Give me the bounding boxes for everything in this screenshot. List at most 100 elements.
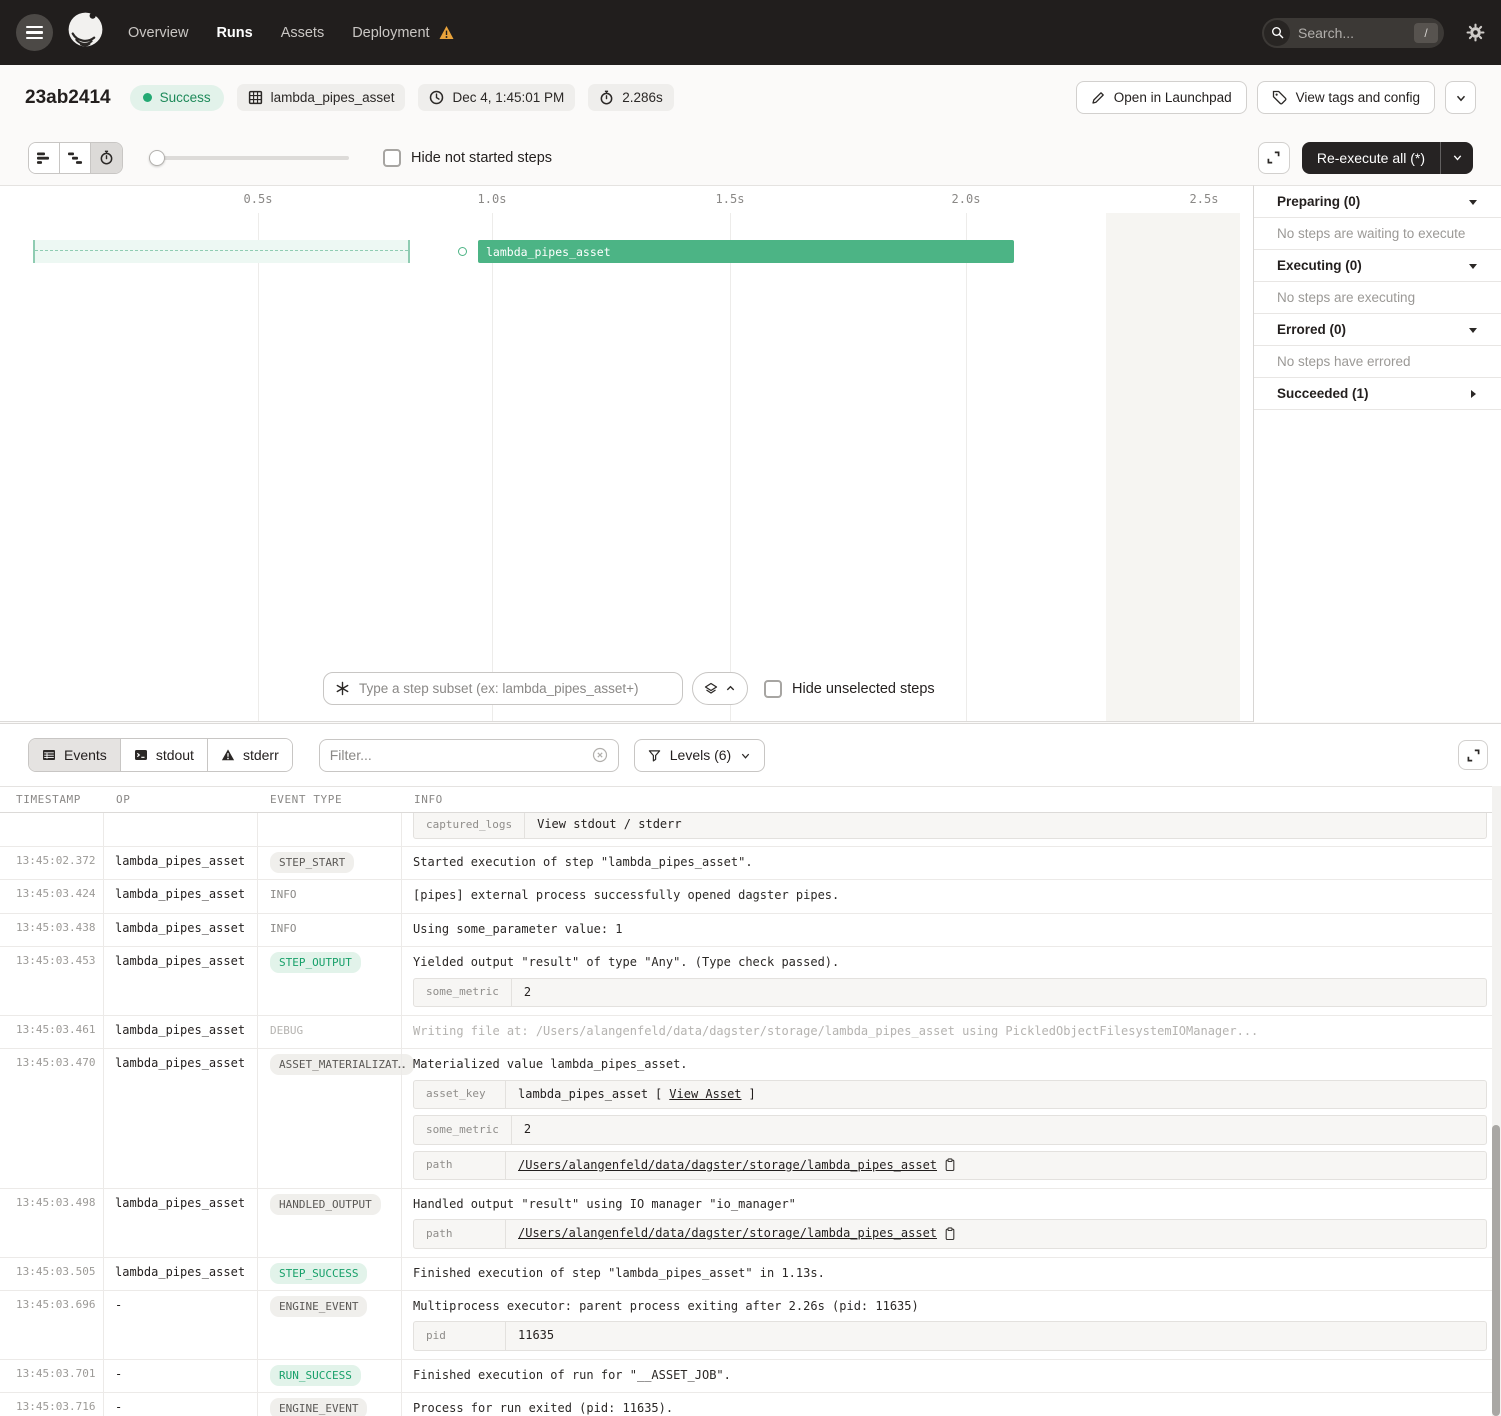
run-tag[interactable]: lambda_pipes_asset bbox=[237, 84, 406, 111]
log-row[interactable]: 13:45:03.716-ENGINE_EVENTProcess for run… bbox=[0, 1393, 1501, 1416]
log-tab-stdout[interactable]: stdout bbox=[121, 739, 208, 771]
log-timestamp: 13:45:02.372 bbox=[0, 847, 103, 879]
log-row[interactable]: 13:45:03.438lambda_pipes_assetINFOUsing … bbox=[0, 914, 1501, 947]
gantt-axis-tick: 2.5s bbox=[1190, 192, 1219, 206]
graph-query-toggle-button[interactable] bbox=[692, 672, 748, 705]
metadata-key: asset_key bbox=[414, 1081, 506, 1108]
log-event-type-cell: STEP_OUTPUT bbox=[257, 947, 401, 1015]
dagster-logo-icon[interactable] bbox=[65, 9, 106, 57]
log-info: [pipes] external process successfully op… bbox=[401, 880, 1501, 912]
panel-section-body: No steps are waiting to execute bbox=[1254, 218, 1501, 250]
gantt-gridline bbox=[492, 213, 493, 721]
gantt-axis-tick: 2.0s bbox=[952, 192, 981, 206]
log-row[interactable]: 13:45:02.372lambda_pipes_assetSTEP_START… bbox=[0, 847, 1501, 880]
log-op: lambda_pipes_asset bbox=[103, 947, 257, 1015]
slider-track bbox=[149, 156, 349, 160]
open-in-launchpad-button[interactable]: Open in Launchpad bbox=[1076, 81, 1247, 114]
metadata-link[interactable]: /Users/alangenfeld/data/dagster/storage/… bbox=[518, 1225, 937, 1242]
panel-section-header[interactable]: Succeeded (1) bbox=[1254, 378, 1501, 410]
log-op: - bbox=[103, 1291, 257, 1359]
log-row[interactable]: 13:45:03.498lambda_pipes_assetHANDLED_OU… bbox=[0, 1189, 1501, 1258]
metadata-value: lambda_pipes_asset [View Asset] bbox=[506, 1081, 1486, 1108]
metadata-link[interactable]: /Users/alangenfeld/data/dagster/storage/… bbox=[518, 1157, 937, 1174]
log-message: Using some_parameter value: 1 bbox=[413, 921, 1487, 938]
metadata-entry: path/Users/alangenfeld/data/dagster/stor… bbox=[413, 1219, 1487, 1248]
reexecute-dropdown-button[interactable] bbox=[1440, 142, 1473, 174]
log-row[interactable]: 13:45:03.696-ENGINE_EVENTMultiprocess ex… bbox=[0, 1291, 1501, 1360]
log-timestamp: 13:45:03.438 bbox=[0, 914, 103, 946]
copy-icon[interactable] bbox=[944, 1158, 956, 1172]
settings-gear-icon[interactable] bbox=[1466, 23, 1485, 42]
nav-item-runs[interactable]: Runs bbox=[216, 25, 252, 41]
metadata-text: 2 bbox=[524, 984, 531, 1001]
log-row[interactable]: captured_logsView stdout / stderr bbox=[0, 813, 1501, 847]
status-badge[interactable]: Success bbox=[130, 85, 224, 111]
search-input[interactable] bbox=[1298, 25, 1406, 41]
flat-view-button[interactable] bbox=[29, 143, 60, 173]
log-event-type-cell: ENGINE_EVENT bbox=[257, 1291, 401, 1359]
log-event-type-cell: DEBUG bbox=[257, 1016, 401, 1048]
log-scrollbar-thumb[interactable] bbox=[1492, 1125, 1500, 1416]
log-row[interactable]: 13:45:03.424lambda_pipes_assetINFO[pipes… bbox=[0, 880, 1501, 913]
caret-down-icon bbox=[1468, 261, 1478, 271]
log-tab-stderr[interactable]: stderr bbox=[208, 739, 292, 771]
log-filter-box bbox=[319, 739, 619, 772]
panel-section-body: No steps have errored bbox=[1254, 346, 1501, 378]
log-filter-input[interactable] bbox=[330, 747, 586, 763]
log-event-type-cell: STEP_START bbox=[257, 847, 401, 879]
panel-section-header[interactable]: Executing (0) bbox=[1254, 250, 1501, 282]
top-nav: Overview Runs Assets Deployment / bbox=[0, 0, 1501, 65]
nav-item-assets[interactable]: Assets bbox=[281, 25, 325, 41]
log-row[interactable]: 13:45:03.453lambda_pipes_assetSTEP_OUTPU… bbox=[0, 947, 1501, 1016]
event-log-header: TIMESTAMPOPEVENT TYPEINFO bbox=[0, 786, 1501, 813]
waterfall-view-button[interactable] bbox=[60, 143, 91, 173]
status-dot-icon bbox=[143, 93, 152, 102]
log-message: Materialized value lambda_pipes_asset. bbox=[413, 1056, 1487, 1073]
log-tab-label: Events bbox=[64, 747, 107, 763]
gantt-step-bar[interactable]: lambda_pipes_asset bbox=[478, 240, 1014, 263]
panel-section-title: Errored (0) bbox=[1277, 322, 1346, 337]
hide-not-started-checkbox[interactable] bbox=[383, 149, 401, 167]
log-tab-events[interactable]: Events bbox=[29, 739, 121, 771]
log-row[interactable]: 13:45:03.505lambda_pipes_assetSTEP_SUCCE… bbox=[0, 1258, 1501, 1291]
logs-fullscreen-button[interactable] bbox=[1458, 740, 1488, 770]
log-scrollbar-track[interactable] bbox=[1492, 786, 1501, 1416]
panel-section-header[interactable]: Preparing (0) bbox=[1254, 186, 1501, 218]
run-actions-dropdown-button[interactable] bbox=[1445, 81, 1476, 114]
log-row[interactable]: 13:45:03.470lambda_pipes_assetASSET_MATE… bbox=[0, 1049, 1501, 1189]
clear-filter-icon[interactable] bbox=[592, 747, 608, 763]
menu-button[interactable] bbox=[16, 14, 53, 51]
levels-filter-button[interactable]: Levels (6) bbox=[634, 739, 765, 772]
copy-icon[interactable] bbox=[944, 1227, 956, 1241]
stopwatch-icon bbox=[599, 90, 614, 105]
run-tag[interactable]: Dec 4, 1:45:01 PM bbox=[418, 84, 575, 111]
run-tag-label: 2.286s bbox=[622, 90, 663, 105]
log-row[interactable]: 13:45:03.701-RUN_SUCCESSFinished executi… bbox=[0, 1360, 1501, 1393]
reexecute-all-button[interactable]: Re-execute all (*) bbox=[1302, 150, 1440, 166]
log-timestamp: 13:45:03.461 bbox=[0, 1016, 103, 1048]
gantt-fullscreen-button[interactable] bbox=[1258, 142, 1290, 174]
gantt-gridline bbox=[258, 213, 259, 721]
log-info: Started execution of step "lambda_pipes_… bbox=[401, 847, 1501, 879]
gantt-zoom-slider[interactable] bbox=[149, 150, 349, 166]
view-tags-config-button[interactable]: View tags and config bbox=[1257, 81, 1435, 114]
metadata-text[interactable]: View stdout / stderr bbox=[537, 816, 682, 833]
run-tag[interactable]: 2.286s bbox=[588, 84, 674, 111]
nav-item-overview[interactable]: Overview bbox=[128, 25, 188, 41]
hide-unselected-checkbox[interactable] bbox=[764, 680, 782, 698]
slider-handle[interactable] bbox=[149, 150, 165, 166]
step-subset-input[interactable] bbox=[359, 681, 671, 696]
event-type-badge: ASSET_MATERIALIZAT… bbox=[270, 1054, 414, 1075]
metadata-link[interactable]: View Asset bbox=[669, 1086, 741, 1103]
log-row[interactable]: 13:45:03.461lambda_pipes_assetDEBUGWriti… bbox=[0, 1016, 1501, 1049]
nav-item-deployment[interactable]: Deployment bbox=[352, 25, 454, 41]
global-search[interactable]: / bbox=[1262, 18, 1444, 48]
log-message: Handled output "result" using IO manager… bbox=[413, 1196, 1487, 1213]
metadata-text: 11635 bbox=[518, 1327, 554, 1344]
timed-view-button[interactable] bbox=[91, 143, 122, 173]
log-info: Writing file at: /Users/alangenfeld/data… bbox=[401, 1016, 1501, 1048]
panel-section-header[interactable]: Errored (0) bbox=[1254, 314, 1501, 346]
log-op: lambda_pipes_asset bbox=[103, 880, 257, 912]
gantt-toolbar: Hide not started steps Re-execute all (*… bbox=[0, 130, 1501, 185]
log-op: lambda_pipes_asset bbox=[103, 1016, 257, 1048]
